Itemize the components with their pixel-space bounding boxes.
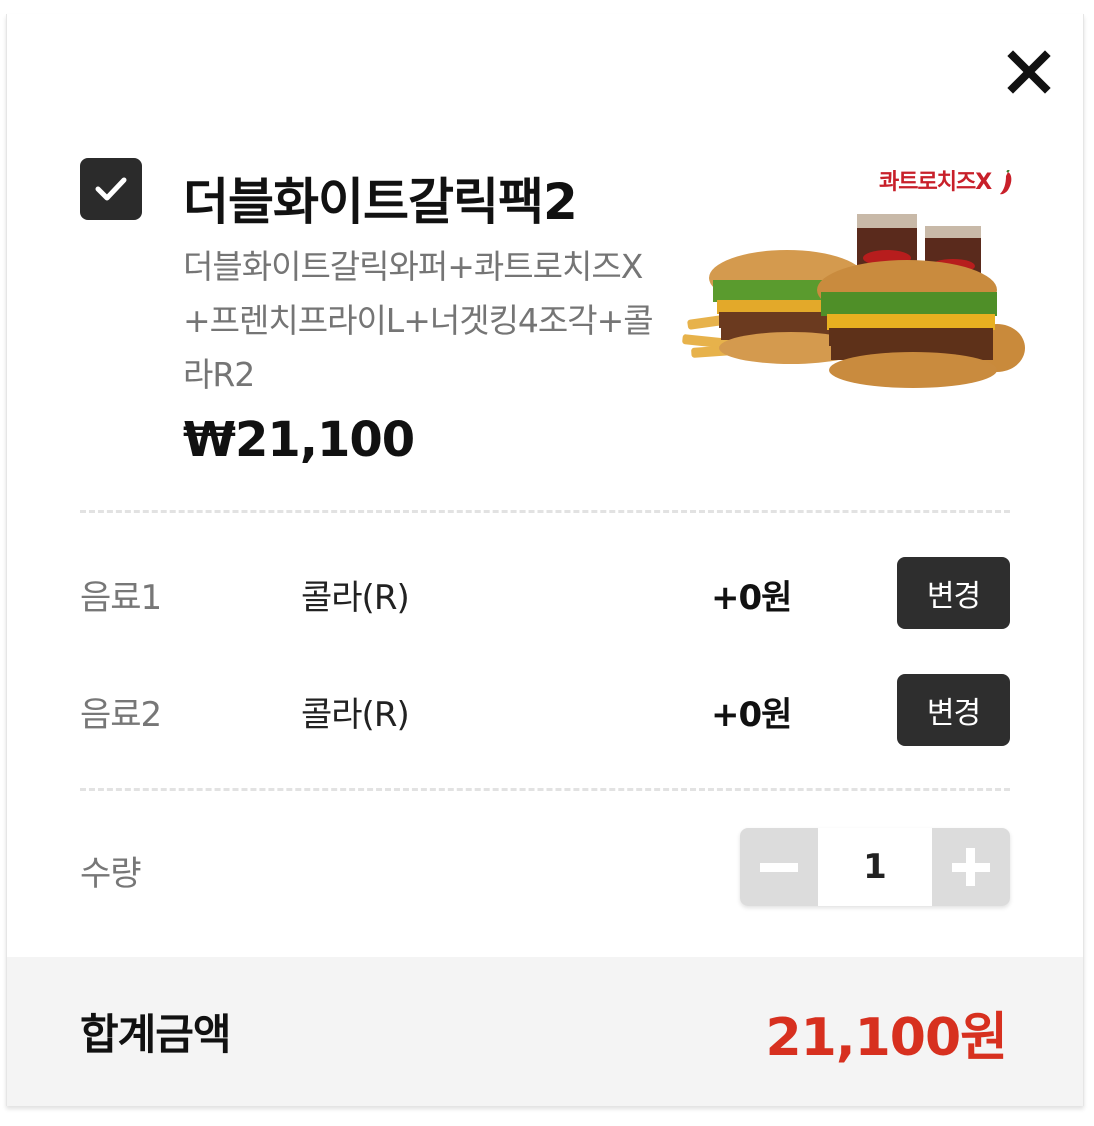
quantity-stepper: 1 [740,828,1010,906]
option-value: 콜라(R) [301,578,410,618]
option-price: +0원 [711,578,792,618]
chili-icon [999,169,1012,195]
product-image [682,214,1025,388]
total-bar: 합계금액 21,100원 [7,957,1083,1106]
product-title: 더블화이트갈릭팩2 [183,173,578,231]
promo-label: 콰트로치즈X [879,164,1016,196]
option-label: 음료1 [80,578,162,618]
quantity-value: 1 [863,847,887,887]
option-label: 음료2 [80,695,162,735]
product-price: ₩21,100 [183,412,415,468]
option-value: 콜라(R) [301,695,410,735]
product-description: 더블화이트갈릭와퍼+콰트로치즈X+프렌치프라이L+너겟킹4조각+콜라R2 [183,247,654,394]
close-icon [1007,50,1051,94]
product-select-checkbox[interactable] [80,158,142,220]
check-icon [95,177,127,201]
quantity-label: 수량 [80,854,142,894]
decrease-quantity-button[interactable] [740,828,818,906]
section-divider [80,510,1010,513]
change-drink2-button[interactable]: 변경 [897,674,1010,746]
option-price: +0원 [711,695,792,735]
promo-text: 콰트로치즈X [879,170,992,195]
total-amount: 21,100원 [765,1008,1008,1068]
change-drink1-button[interactable]: 변경 [897,557,1010,629]
menu-option-modal: 더블화이트갈릭팩2 더블화이트갈릭와퍼+콰트로치즈X+프렌치프라이L+너겟킹4조… [6,14,1084,1106]
total-label: 합계금액 [80,1010,232,1059]
close-button[interactable] [1007,50,1051,94]
section-divider [80,788,1010,791]
increase-quantity-button[interactable] [932,828,1010,906]
